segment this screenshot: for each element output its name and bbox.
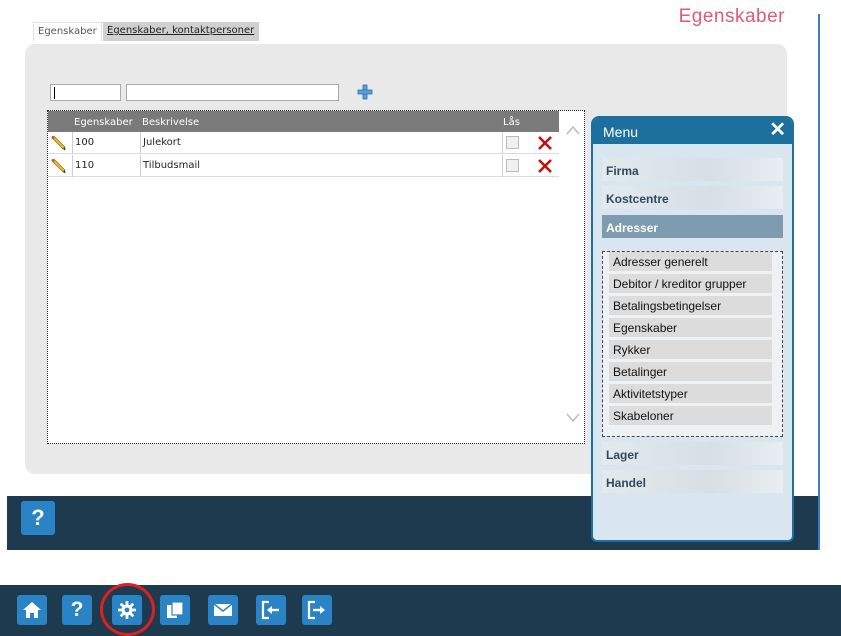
menu-section-adresser[interactable]: Adresser <box>602 215 783 238</box>
table-row[interactable]: 100 Julekort <box>48 132 559 154</box>
help-button[interactable]: ? <box>21 501 55 535</box>
lock-checkbox[interactable] <box>506 136 519 149</box>
tab-egenskaber[interactable]: Egenskaber <box>33 22 102 41</box>
column-header-beskrivelse[interactable]: Beskrivelse <box>142 117 199 128</box>
side-menu: Menu ✕ Firma Kostcentre Adresser Adresse… <box>591 116 794 542</box>
grid-header: Egenskaber Beskrivelse Lås <box>48 111 559 132</box>
login-button[interactable] <box>256 595 286 625</box>
grid-scrollbar[interactable] <box>561 111 584 443</box>
cell-egenskaber: 100 <box>72 132 140 154</box>
login-icon <box>261 600 279 620</box>
cell-beskrivelse: Julekort <box>140 132 502 154</box>
plus-icon <box>357 84 373 100</box>
frame-border <box>818 14 820 550</box>
column-header-egenskaber[interactable]: Egenskaber <box>74 117 133 128</box>
pencil-icon[interactable] <box>50 135 66 151</box>
menu-item-debitor-kreditor-grupper[interactable]: Debitor / kreditor grupper <box>609 274 772 293</box>
help-icon[interactable]: ? <box>62 595 92 625</box>
menu-item-betalinger[interactable]: Betalinger <box>609 362 772 381</box>
documents-button[interactable] <box>160 595 190 625</box>
home-button[interactable] <box>17 595 47 625</box>
menu-title: Menu <box>603 124 639 140</box>
menu-item-rykker[interactable]: Rykker <box>609 340 772 359</box>
add-button[interactable] <box>357 84 373 100</box>
menu-item-betalingsbetingelser[interactable]: Betalingsbetingelser <box>609 296 772 315</box>
filter-egenskaber-input[interactable] <box>50 84 121 101</box>
table-row[interactable]: 110 Tilbudsmail <box>48 155 559 177</box>
delete-icon[interactable] <box>537 135 553 151</box>
mail-button[interactable] <box>208 595 238 625</box>
chevron-up-icon[interactable] <box>566 125 580 135</box>
mail-icon <box>213 603 233 616</box>
logout-button[interactable] <box>302 595 332 625</box>
adresser-submenu: Adresser generelt Debitor / kreditor gru… <box>602 251 783 437</box>
tab-egenskaber-kontaktpersoner[interactable]: Egenskaber, kontaktpersoner <box>103 22 259 41</box>
menu-item-adresser-generelt[interactable]: Adresser generelt <box>609 252 772 271</box>
pencil-icon[interactable] <box>50 158 66 174</box>
menu-item-aktivitetstyper[interactable]: Aktivitetstyper <box>609 384 772 403</box>
menu-section-firma[interactable]: Firma <box>602 158 783 181</box>
menu-section-lager[interactable]: Lager <box>602 442 783 465</box>
home-icon <box>23 602 41 618</box>
properties-grid: Egenskaber Beskrivelse Lås 100 Julekort … <box>47 110 585 444</box>
highlight-circle <box>100 583 155 636</box>
delete-icon[interactable] <box>537 158 553 174</box>
menu-item-egenskaber[interactable]: Egenskaber <box>609 318 772 337</box>
menu-section-kostcentre[interactable]: Kostcentre <box>602 186 783 209</box>
chevron-down-icon[interactable] <box>566 413 580 423</box>
menu-header: Menu ✕ <box>593 118 792 144</box>
cell-beskrivelse: Tilbudsmail <box>140 155 502 177</box>
logout-icon <box>307 600 325 620</box>
page-title: Egenskaber <box>678 6 785 27</box>
filter-beskrivelse-input[interactable] <box>126 84 339 101</box>
menu-item-skabeloner[interactable]: Skabeloner <box>609 406 772 425</box>
column-header-laas[interactable]: Lås <box>503 117 520 128</box>
lock-checkbox[interactable] <box>506 159 519 172</box>
cell-egenskaber: 110 <box>72 155 140 177</box>
menu-section-handel[interactable]: Handel <box>602 470 783 493</box>
close-icon[interactable]: ✕ <box>769 119 786 141</box>
documents-icon <box>167 601 184 618</box>
